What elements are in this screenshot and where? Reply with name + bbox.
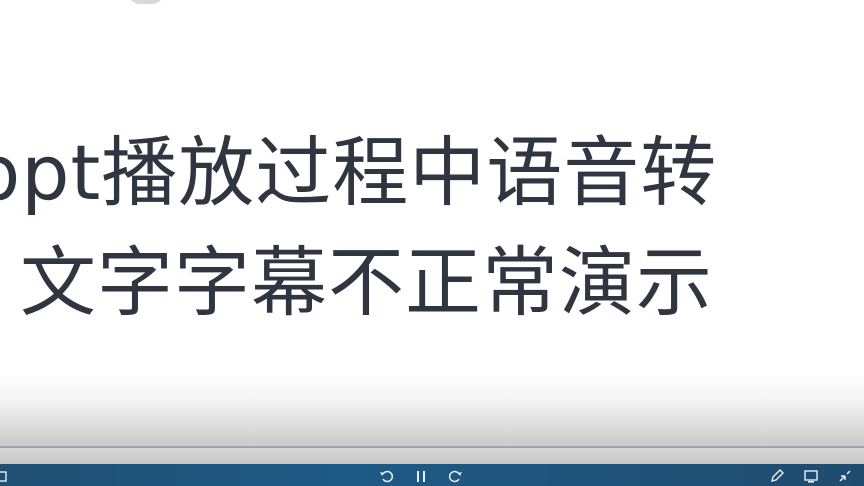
control-bar-band <box>0 448 864 464</box>
slide-title: ppt播放过程中语音转 文字字幕不正常演示 <box>0 118 864 338</box>
left-edge-icon[interactable] <box>0 467 12 485</box>
exit-fullscreen-icon[interactable] <box>836 467 854 485</box>
slide-title-line-2: 文字字幕不正常演示 <box>20 238 713 327</box>
slide-canvas: ppt播放过程中语音转 文字字幕不正常演示 <box>0 0 864 486</box>
slide-bottom-fade <box>0 372 864 450</box>
slide-title-line-1: ppt播放过程中语音转 <box>0 128 718 217</box>
slide-top-decoration <box>128 0 164 4</box>
redo-icon[interactable] <box>446 467 464 485</box>
display-icon[interactable] <box>802 467 820 485</box>
presentation-control-bar <box>0 464 864 486</box>
undo-icon[interactable] <box>378 467 396 485</box>
pen-icon[interactable] <box>768 467 786 485</box>
pause-icon[interactable] <box>412 467 430 485</box>
